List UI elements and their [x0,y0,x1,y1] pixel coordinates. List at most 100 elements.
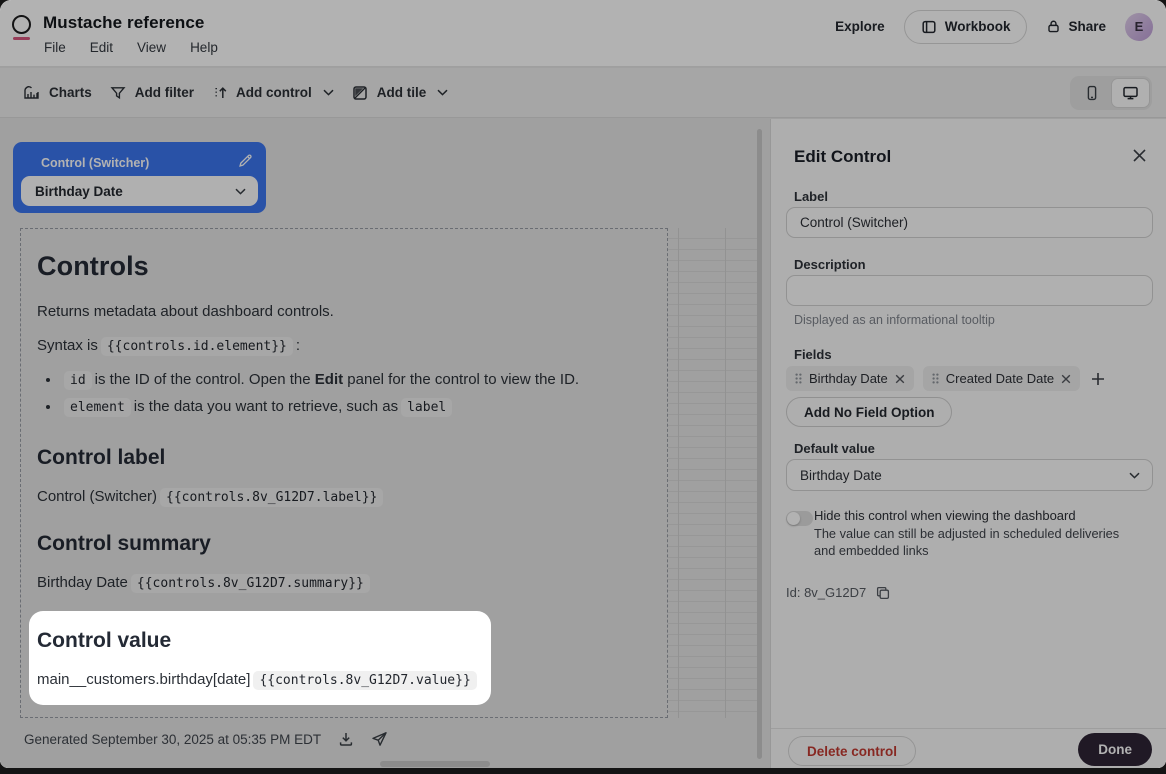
workbook-toolbar: Charts Add filter Add control Add tile [0,68,1166,118]
control-id-row: Id: 8v_G12D7 [786,585,890,600]
field-chip[interactable]: Birthday Date [786,366,914,391]
field-chips-row: Birthday Date Created Date Date [786,366,1105,391]
field-chip-label: Created Date Date [946,371,1054,386]
header-actions: Explore Workbook Share E [835,0,1153,53]
add-tile-button[interactable]: Add tile [343,79,458,107]
description-helper: Displayed as an informational tooltip [794,313,995,327]
add-filter-label: Add filter [135,85,194,100]
charts-button[interactable]: Charts [14,78,101,107]
monitor-icon [1122,85,1139,101]
code-summary-mustache: {{controls.8v_G12D7.summary}} [131,574,370,593]
switcher-dropdown-value: Birthday Date [35,184,123,199]
code-label: label [401,398,452,417]
doc-bullet-list: idis the ID of the control. Open the Edi… [61,367,647,421]
add-filter-button[interactable]: Add filter [101,79,203,107]
control-id-text: Id: 8v_G12D7 [786,585,866,600]
delete-control-button[interactable]: Delete control [788,736,916,766]
field-chip-label: Birthday Date [809,371,888,386]
charts-icon [23,84,40,101]
add-tile-label: Add tile [377,85,427,100]
logo-underline [13,37,30,41]
mobile-view-button[interactable] [1073,79,1110,107]
workbook-icon [921,19,937,35]
panel-title: Edit Control [794,147,891,167]
add-control-label: Add control [236,85,312,100]
close-icon[interactable] [1132,148,1147,163]
lock-icon [1046,19,1061,34]
toggle-knob [787,512,800,525]
send-icon[interactable] [371,731,388,747]
add-control-button[interactable]: Add control [203,79,343,107]
edit-pencil-icon[interactable] [238,153,253,168]
menu-edit[interactable]: Edit [90,40,113,55]
add-no-field-option-button[interactable]: Add No Field Option [786,397,952,427]
description-input[interactable] [786,275,1153,306]
menu-view[interactable]: View [137,40,166,55]
copy-icon[interactable] [876,586,890,600]
workbook-label: Workbook [945,19,1011,34]
explore-button[interactable]: Explore [835,19,885,34]
charts-label: Charts [49,85,92,100]
remove-field-icon[interactable] [1061,374,1071,384]
label-field-label: Label [794,189,828,204]
doc-summary-line: Birthday Date{{controls.8v_G12D7.summary… [37,574,647,591]
hide-control-toggle[interactable] [786,511,813,526]
done-button[interactable]: Done [1078,733,1152,766]
share-label: Share [1068,19,1106,34]
drag-handle-icon[interactable] [795,373,802,384]
vertical-scrollbar[interactable] [757,129,762,759]
doc-label-line: Control (Switcher){{controls.8v_G12D7.la… [37,488,647,505]
code-id: id [64,371,92,390]
sigma-logo-icon[interactable] [12,15,32,39]
horizontal-scrollbar[interactable] [380,761,490,767]
chevron-down-icon [1129,472,1140,479]
control-value-highlight: Control value main__customers.birthday[d… [29,611,491,705]
field-chip[interactable]: Created Date Date [923,366,1080,391]
switcher-control-tile[interactable]: Control (Switcher) Birthday Date [13,142,266,213]
switcher-dropdown[interactable]: Birthday Date [21,176,258,206]
doc-text-element: Controls Returns metadata about dashboar… [20,228,668,718]
edit-control-panel: Edit Control Label Control (Switcher) De… [770,119,1166,768]
default-value-label: Default value [794,441,875,456]
desktop-view-button[interactable] [1112,79,1149,107]
code-element: element [64,398,131,417]
remove-field-icon[interactable] [895,374,905,384]
code-syntax: {{controls.id.element}} [101,337,293,356]
doc-intro: Returns metadata about dashboard control… [37,303,647,320]
label-input[interactable]: Control (Switcher) [786,207,1153,238]
workbook-canvas: Control (Switcher) Birthday Date Control… [0,119,770,768]
workbook-button[interactable]: Workbook [904,10,1028,44]
default-value-select[interactable]: Birthday Date [786,459,1153,491]
doc-heading-control-summary: Control summary [37,532,647,556]
data-grid-peek [668,228,758,718]
fields-label: Fields [794,347,832,362]
canvas-footer: Generated September 30, 2025 at 05:35 PM… [24,731,388,747]
doc-syntax-line: Syntax is{{controls.id.element}}: [37,337,647,354]
menu-file[interactable]: File [44,40,66,55]
control-icon [212,85,227,101]
code-value-mustache: {{controls.8v_G12D7.value}} [253,671,476,690]
doc-bullet-id: idis the ID of the control. Open the Edi… [61,367,647,394]
grid-column-line [725,228,726,718]
grid-column-line [678,228,679,718]
generated-timestamp: Generated September 30, 2025 at 05:35 PM… [24,732,321,747]
panel-footer: Delete control Done [771,728,1166,768]
doc-bullet-element: elementis the data you want to retrieve,… [61,394,647,421]
workbook-title[interactable]: Mustache reference [43,13,204,33]
doc-value-line: main__customers.birthday[date]{{controls… [37,671,491,688]
hide-control-label: Hide this control when viewing the dashb… [814,508,1076,523]
menu-help[interactable]: Help [190,40,218,55]
add-field-icon[interactable] [1091,372,1105,386]
doc-heading-controls: Controls [37,251,647,282]
drag-handle-icon[interactable] [932,373,939,384]
avatar[interactable]: E [1125,13,1153,41]
download-icon[interactable] [338,731,354,747]
app-window: Mustache reference File Edit View Help E… [0,0,1166,768]
share-button[interactable]: Share [1046,19,1106,34]
phone-icon [1086,85,1098,101]
chevron-down-icon [235,188,246,195]
menubar: File Edit View Help [44,40,218,55]
layout-mode-switch [1070,76,1152,110]
logo-ring [12,15,31,34]
chevron-down-icon [323,89,334,96]
